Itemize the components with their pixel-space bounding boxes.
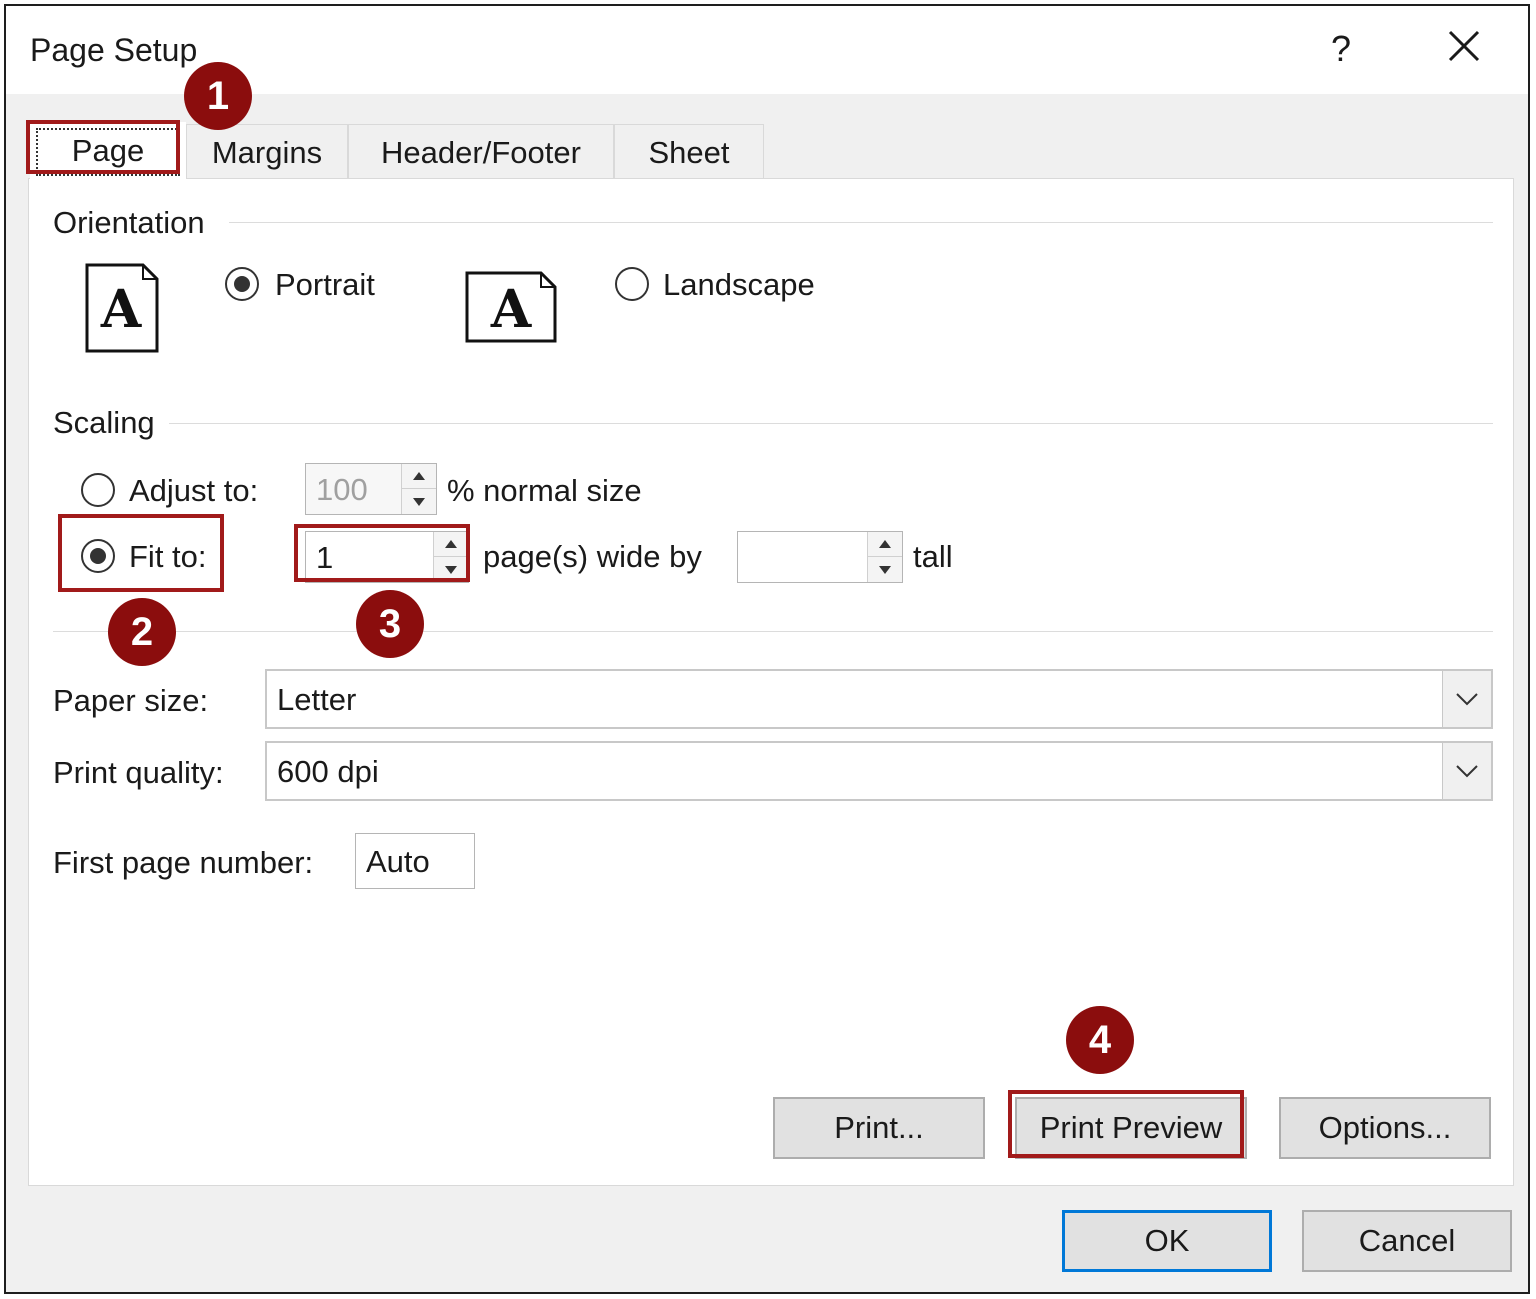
cancel-button[interactable]: Cancel: [1302, 1210, 1512, 1272]
step-marker-1: 1: [184, 62, 252, 130]
tab-sheet-label: Sheet: [648, 135, 730, 170]
tall-spin-down[interactable]: [868, 557, 902, 582]
step-marker-4: 4: [1066, 1006, 1134, 1074]
orientation-divider: [229, 222, 1493, 223]
paper-divider: [53, 631, 1493, 632]
landscape-label[interactable]: Landscape: [663, 267, 815, 303]
first-page-number-input[interactable]: Auto: [355, 833, 475, 889]
tab-sheet[interactable]: Sheet: [614, 124, 764, 180]
portrait-page-icon: A: [85, 263, 159, 353]
print-quality-select[interactable]: 600 dpi: [265, 741, 1493, 801]
tab-margins[interactable]: Margins: [186, 124, 348, 180]
print-quality-value: 600 dpi: [277, 754, 379, 789]
landscape-page-icon: A: [465, 271, 557, 343]
portrait-icon-letter: A: [100, 279, 142, 340]
chevron-down-icon: [1456, 765, 1478, 778]
dialog-title: Page Setup: [30, 32, 198, 68]
page-tab-panel: Orientation A Portrait A Landscape Scali…: [28, 178, 1514, 1186]
adjust-spin-up[interactable]: [402, 464, 436, 489]
highlight-print-preview: [1008, 1090, 1244, 1158]
adjust-percent-value: 100: [316, 472, 368, 507]
step-marker-3: 3: [356, 590, 424, 658]
step-marker-2: 2: [108, 598, 176, 666]
highlight-fit-to: [58, 514, 224, 592]
tab-margins-label: Margins: [211, 135, 323, 170]
adjust-to-label[interactable]: Adjust to:: [129, 473, 258, 509]
tab-header-footer[interactable]: Header/Footer: [348, 124, 614, 180]
scaling-divider: [169, 423, 1493, 424]
pages-wide-label: page(s) wide by: [483, 539, 702, 574]
pages-tall-spinner[interactable]: [737, 531, 903, 583]
normal-size-label: % normal size: [447, 473, 642, 508]
ok-button[interactable]: OK: [1062, 1210, 1272, 1272]
print-quality-label: Print quality:: [53, 755, 224, 790]
scaling-group-label: Scaling: [53, 405, 169, 441]
help-icon[interactable]: ?: [1326, 28, 1356, 70]
tall-spin-buttons: [867, 532, 902, 582]
chevron-down-icon: [1456, 693, 1478, 706]
orientation-group-label: Orientation: [53, 205, 219, 241]
paper-size-dropdown-button[interactable]: [1442, 671, 1491, 727]
page-setup-dialog: Page Setup ? Page Margins Header/Footer …: [4, 4, 1530, 1294]
paper-size-select[interactable]: Letter: [265, 669, 1493, 729]
adjust-spin-buttons: [401, 464, 436, 514]
print-quality-dropdown-button[interactable]: [1442, 743, 1491, 799]
landscape-icon-letter: A: [490, 279, 532, 340]
tab-header-footer-label: Header/Footer: [381, 135, 581, 170]
adjust-spin-down[interactable]: [402, 489, 436, 514]
paper-size-value: Letter: [277, 682, 357, 717]
portrait-label[interactable]: Portrait: [275, 267, 375, 303]
portrait-radio[interactable]: [225, 267, 259, 301]
tall-label: tall: [913, 539, 953, 574]
tall-spin-up[interactable]: [868, 532, 902, 557]
adjust-to-radio[interactable]: [81, 473, 115, 507]
highlight-pages-wide: [294, 524, 470, 582]
close-icon[interactable]: [1446, 28, 1486, 68]
highlight-page-tab: [26, 120, 180, 174]
adjust-percent-spinner[interactable]: 100: [305, 463, 437, 515]
first-page-number-value: Auto: [366, 844, 430, 879]
print-button[interactable]: Print...: [773, 1097, 985, 1159]
landscape-radio[interactable]: [615, 267, 649, 301]
first-page-number-label: First page number:: [53, 845, 314, 880]
paper-size-label: Paper size:: [53, 683, 209, 718]
options-button[interactable]: Options...: [1279, 1097, 1491, 1159]
